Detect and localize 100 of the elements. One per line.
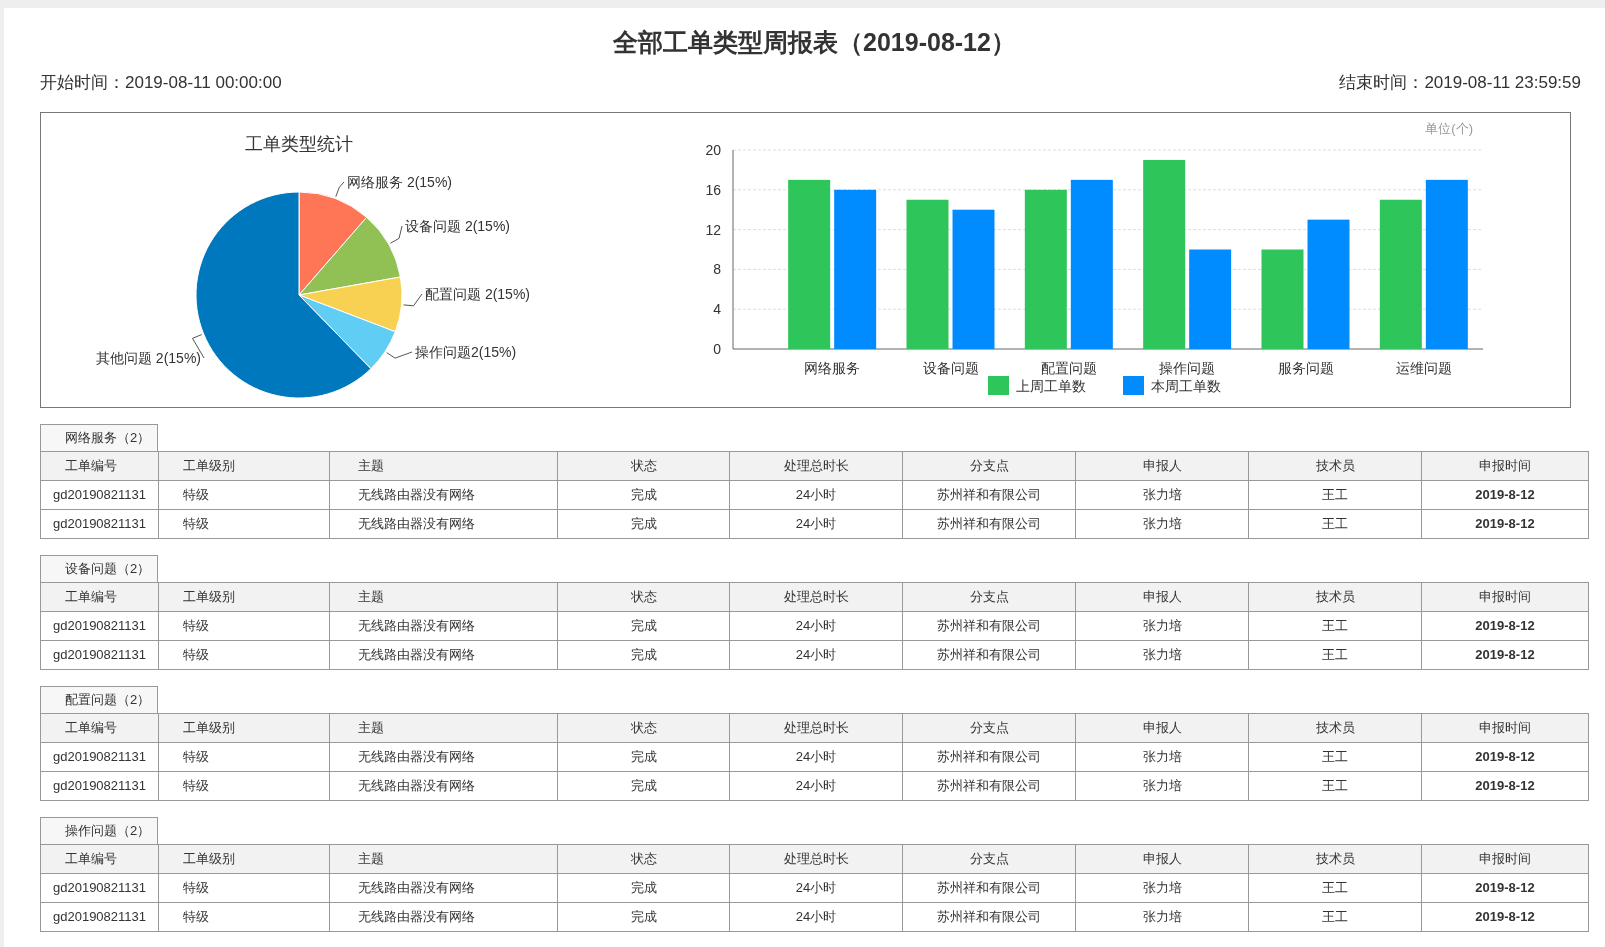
table-cell: 完成 <box>557 902 730 932</box>
table-cell: 张力培 <box>1075 480 1249 510</box>
axis-tick-label: 12 <box>705 221 721 238</box>
axis-tick-label: 8 <box>713 261 721 278</box>
table-cell: 特级 <box>158 480 330 510</box>
table-cell: 完成 <box>557 509 730 539</box>
category-label: 运维问题 <box>1395 360 1452 376</box>
axis-tick-label: 4 <box>713 301 721 318</box>
column-header: 工单编号 <box>40 582 159 612</box>
column-header: 申报时间 <box>1421 451 1589 481</box>
column-header: 申报时间 <box>1421 582 1589 612</box>
table-cell: 苏州祥和有限公司 <box>902 771 1076 801</box>
table-cell: gd20190821131 <box>40 902 159 932</box>
table-cell: 无线路由器没有网络 <box>329 742 558 772</box>
table-cell: 无线路由器没有网络 <box>329 902 558 932</box>
slice-label: 网络服务 2(15%) <box>347 174 453 190</box>
section-tab[interactable]: 设备问题（2） <box>40 555 158 582</box>
category-label: 网络服务 <box>804 360 861 376</box>
chart-title: 工单类型统计 <box>245 134 353 154</box>
column-header: 技术员 <box>1248 582 1422 612</box>
column-header: 申报时间 <box>1421 713 1589 743</box>
column-header: 状态 <box>557 844 730 874</box>
section-tab[interactable]: 配置问题（2） <box>40 686 158 713</box>
table-cell: 张力培 <box>1075 902 1249 932</box>
table-cell: 24小时 <box>729 640 903 670</box>
column-header: 主题 <box>329 844 558 874</box>
section-tab[interactable]: 网络服务（2） <box>40 424 158 451</box>
table-cell: 完成 <box>557 611 730 641</box>
table-cell: 完成 <box>557 480 730 510</box>
table-cell: 张力培 <box>1075 771 1249 801</box>
table-cell: 24小时 <box>729 742 903 772</box>
slice-label: 其他问题 2(15%) <box>95 350 201 366</box>
column-header: 工单编号 <box>40 713 159 743</box>
table-cell: 王工 <box>1248 873 1422 903</box>
table-cell: 王工 <box>1248 611 1422 641</box>
axis-tick-label: 20 <box>705 142 721 158</box>
table-cell: 完成 <box>557 771 730 801</box>
start-time: 开始时间：2019-08-11 00:00:00 <box>40 72 282 94</box>
table-cell: 特级 <box>158 771 330 801</box>
table-cell: 24小时 <box>729 480 903 510</box>
table-cell: 完成 <box>557 742 730 772</box>
table-cell: 24小时 <box>729 611 903 641</box>
table-cell: 张力培 <box>1075 509 1249 539</box>
table-cell: 张力培 <box>1075 742 1249 772</box>
table-cell: 张力培 <box>1075 640 1249 670</box>
table-cell: gd20190821131 <box>40 873 159 903</box>
column-header: 工单级别 <box>158 582 330 612</box>
leader-line <box>389 225 403 244</box>
table-cell: gd20190821131 <box>40 640 159 670</box>
column-header: 技术员 <box>1248 451 1422 481</box>
axis-tick-label: 0 <box>713 341 721 357</box>
section-tab[interactable]: 操作问题（2） <box>40 817 158 844</box>
slice-label: 设备问题 2(15%) <box>405 218 511 234</box>
category-label: 设备问题 <box>922 360 979 376</box>
table-cell: 王工 <box>1248 771 1422 801</box>
table-cell: 24小时 <box>729 873 903 903</box>
table-cell: 无线路由器没有网络 <box>329 509 558 539</box>
table-cell: 王工 <box>1248 742 1422 772</box>
table-cell: 无线路由器没有网络 <box>329 480 558 510</box>
table-cell: 张力培 <box>1075 611 1249 641</box>
table-cell: 特级 <box>158 742 330 772</box>
table-cell: 王工 <box>1248 640 1422 670</box>
leader-line <box>403 293 423 307</box>
leader-line <box>335 181 345 198</box>
table-cell: 2019-8-12 <box>1421 873 1589 903</box>
table-cell: 张力培 <box>1075 873 1249 903</box>
category-label: 操作问题 <box>1159 360 1216 376</box>
leader-line <box>386 351 413 359</box>
table-cell: 2019-8-12 <box>1421 640 1589 670</box>
column-header: 处理总时长 <box>729 582 903 612</box>
table-cell: 无线路由器没有网络 <box>329 771 558 801</box>
table-cell: gd20190821131 <box>40 611 159 641</box>
legend-label: 本周工单数 <box>1151 378 1221 394</box>
column-header: 分支点 <box>902 582 1076 612</box>
column-header: 工单编号 <box>40 451 159 481</box>
table-cell: gd20190821131 <box>40 509 159 539</box>
category-label: 配置问题 <box>1040 360 1097 376</box>
table-cell: 苏州祥和有限公司 <box>902 902 1076 932</box>
table-cell: 2019-8-12 <box>1421 771 1589 801</box>
table-cell: gd20190821131 <box>40 742 159 772</box>
column-header: 申报人 <box>1075 844 1249 874</box>
table-cell: 完成 <box>557 873 730 903</box>
table-cell: 苏州祥和有限公司 <box>902 480 1076 510</box>
table-cell: 王工 <box>1248 480 1422 510</box>
table-cell: 苏州祥和有限公司 <box>902 640 1076 670</box>
column-header: 分支点 <box>902 713 1076 743</box>
table-cell: 24小时 <box>729 902 903 932</box>
table-cell: 2019-8-12 <box>1421 902 1589 932</box>
table-cell: 无线路由器没有网络 <box>329 640 558 670</box>
category-label: 服务问题 <box>1277 360 1334 376</box>
column-header: 申报人 <box>1075 713 1249 743</box>
column-header: 状态 <box>557 582 730 612</box>
column-header: 分支点 <box>902 451 1076 481</box>
legend-label: 上周工单数 <box>1016 378 1086 394</box>
table-cell: 特级 <box>158 902 330 932</box>
axis-tick-label: 16 <box>705 181 721 198</box>
table-cell: 王工 <box>1248 509 1422 539</box>
end-time: 结束时间：2019-08-11 23:59:59 <box>1339 72 1581 94</box>
column-header: 主题 <box>329 582 558 612</box>
table-cell: 特级 <box>158 611 330 641</box>
